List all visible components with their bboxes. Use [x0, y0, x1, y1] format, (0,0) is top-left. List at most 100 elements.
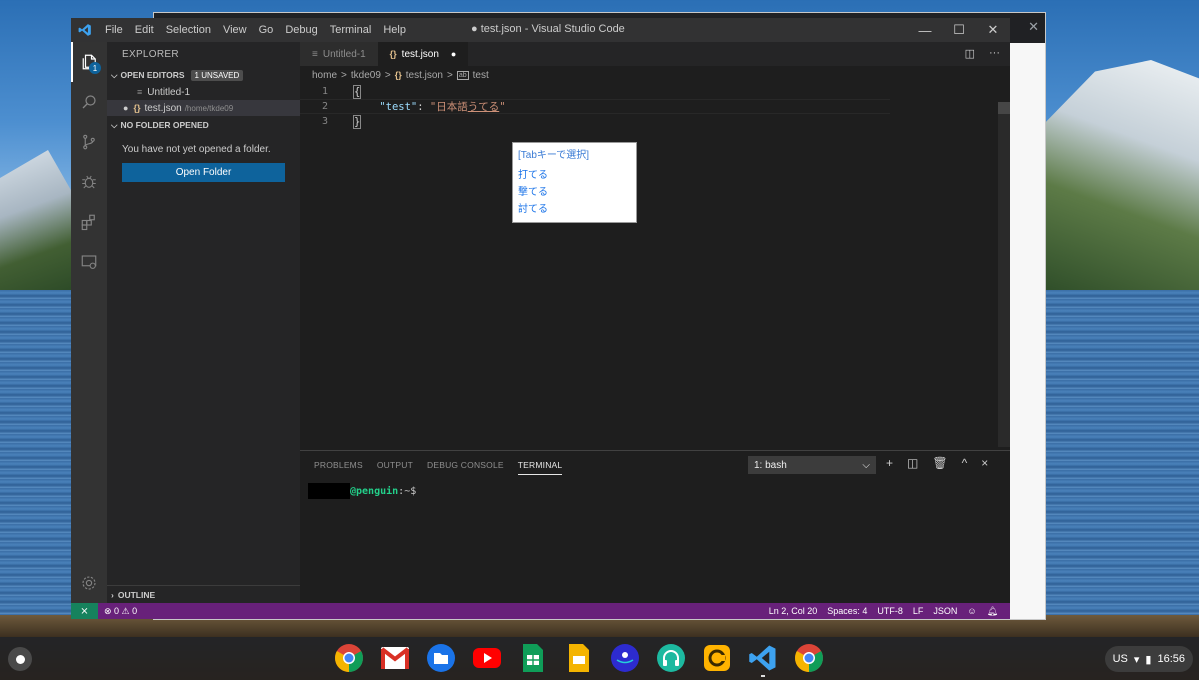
- close-panel-icon[interactable]: ×: [981, 456, 988, 470]
- tab-terminal[interactable]: TERMINAL: [517, 456, 563, 475]
- ime-candidate[interactable]: 打てる: [518, 165, 631, 182]
- extensions-activity[interactable]: [71, 202, 107, 242]
- menu-terminal[interactable]: Terminal: [324, 24, 378, 36]
- titlebar[interactable]: File Edit Selection View Go Debug Termin…: [71, 18, 1010, 42]
- outline-header[interactable]: › OUTLINE: [107, 585, 300, 603]
- menu-edit[interactable]: Edit: [129, 24, 160, 36]
- split-terminal-icon[interactable]: ◫: [907, 456, 918, 470]
- editor-tabs: ≡ Untitled-1 {} test.json ● ◫ ···: [300, 42, 1010, 66]
- maximize-icon[interactable]: ☐: [942, 18, 976, 42]
- open-editors-header[interactable]: ⌵ OPEN EDITORS 1 UNSAVED: [107, 66, 300, 84]
- chevron-down-icon: ⌵: [862, 459, 870, 471]
- source-control-activity[interactable]: [71, 122, 107, 162]
- editor-scrollbar[interactable]: [998, 102, 1010, 447]
- battery-icon: ▮: [1145, 653, 1152, 666]
- tab-test-json[interactable]: {} test.json ●: [377, 42, 469, 66]
- maximize-panel-icon[interactable]: ^: [962, 456, 968, 470]
- code-line-3[interactable]: 3 }: [300, 114, 1000, 129]
- activity-bar: 1: [71, 42, 107, 603]
- no-folder-label: NO FOLDER OPENED: [120, 120, 209, 130]
- menu-file[interactable]: File: [99, 24, 129, 36]
- code-line-1[interactable]: 1 {: [300, 84, 1000, 99]
- bell-icon[interactable]: 🔔︎: [987, 606, 998, 617]
- json-file-icon: {}: [389, 49, 397, 59]
- eol-status[interactable]: LF: [913, 606, 924, 616]
- line-text: }: [336, 114, 362, 129]
- chrome-app[interactable]: [332, 641, 366, 675]
- open-folder-button[interactable]: Open Folder: [122, 163, 285, 182]
- slides-icon: [569, 644, 589, 672]
- chrome-app-2[interactable]: [792, 641, 826, 675]
- audio-app[interactable]: [654, 641, 688, 675]
- no-folder-header[interactable]: ⌵ NO FOLDER OPENED: [107, 116, 300, 134]
- headphones-icon: [657, 644, 685, 672]
- menu-help[interactable]: Help: [377, 24, 412, 36]
- string-symbol-icon: ab: [456, 70, 469, 80]
- trash-icon[interactable]: 🗑: [932, 456, 947, 470]
- line-text: "test": "日本語うてる": [336, 99, 505, 114]
- terminal-prompt[interactable]: @penguin :~$: [300, 483, 1010, 499]
- tab-problems[interactable]: PROBLEMS: [314, 456, 363, 474]
- code-editor[interactable]: 1 { 2 "test": "日本語うてる" 3 }: [300, 84, 1000, 129]
- slides-app[interactable]: [562, 641, 596, 675]
- code-line-2[interactable]: 2 "test": "日本語うてる": [300, 99, 890, 114]
- menu-debug[interactable]: Debug: [279, 24, 323, 36]
- music-icon: [611, 644, 639, 672]
- problems-status[interactable]: ⊗ 0 ⚠ 0: [104, 606, 137, 617]
- gmail-app[interactable]: [378, 641, 412, 675]
- tab-debug-console[interactable]: DEBUG CONSOLE: [427, 456, 504, 474]
- ime-candidate[interactable]: 撃てる: [518, 182, 631, 199]
- c-app[interactable]: [700, 641, 734, 675]
- amazon-music-app[interactable]: [608, 641, 642, 675]
- prompt-host: @penguin: [350, 485, 399, 497]
- breadcrumb-home[interactable]: home: [312, 70, 337, 81]
- breadcrumb-file[interactable]: test.json: [406, 70, 443, 81]
- c-logo-icon: [704, 645, 730, 671]
- open-editor-item-untitled[interactable]: ≡ Untitled-1: [107, 84, 300, 100]
- tab-output[interactable]: OUTPUT: [377, 456, 413, 474]
- menu-view[interactable]: View: [217, 24, 253, 36]
- manage-activity[interactable]: [71, 569, 107, 597]
- chevron-down-icon: ⌵: [111, 69, 118, 80]
- debug-activity[interactable]: [71, 162, 107, 202]
- minimize-icon[interactable]: —: [908, 18, 942, 42]
- new-terminal-icon[interactable]: +: [886, 456, 893, 470]
- remote-explorer-activity[interactable]: [71, 242, 107, 282]
- tab-dirty-indicator[interactable]: ●: [451, 49, 456, 59]
- input-locale: US: [1112, 653, 1128, 665]
- status-tray[interactable]: US ▾ ▮ 16:56: [1104, 646, 1193, 672]
- files-app[interactable]: [424, 641, 458, 675]
- chrome-icon: [795, 644, 823, 672]
- ime-candidate[interactable]: 討てる: [518, 199, 631, 216]
- remote-icon[interactable]: ⨯: [71, 603, 98, 619]
- menu-go[interactable]: Go: [253, 24, 280, 36]
- breadcrumb-key[interactable]: test: [473, 70, 489, 81]
- chrome-icon: [335, 644, 363, 672]
- language-status[interactable]: JSON: [933, 606, 957, 616]
- more-actions-icon[interactable]: ···: [989, 47, 1000, 60]
- youtube-app[interactable]: [470, 641, 504, 675]
- vscode-app[interactable]: [746, 641, 780, 677]
- close-icon[interactable]: ✕: [1028, 19, 1039, 35]
- ime-header: [Tabキーで選択]: [518, 150, 590, 161]
- terminal-select[interactable]: 1: bash ⌵: [748, 456, 876, 474]
- sheets-app[interactable]: [516, 641, 550, 675]
- sheets-icon: [523, 644, 543, 672]
- scrollbar-thumb[interactable]: [998, 102, 1010, 114]
- split-editor-icon[interactable]: ◫: [965, 47, 975, 60]
- menu-selection[interactable]: Selection: [160, 24, 217, 36]
- vscode-icon: [749, 645, 776, 671]
- close-icon[interactable]: ✕: [976, 18, 1010, 42]
- launcher-button[interactable]: [8, 647, 32, 671]
- breadcrumb-user[interactable]: tkde09: [351, 70, 381, 81]
- search-activity[interactable]: [71, 82, 107, 122]
- encoding-status[interactable]: UTF-8: [877, 606, 903, 616]
- open-editor-item-test-json[interactable]: ● {} test.json /home/tkde09: [107, 100, 300, 116]
- feedback-icon[interactable]: ☺: [967, 606, 976, 616]
- explorer-badge: 1: [89, 62, 101, 74]
- tab-untitled-1[interactable]: ≡ Untitled-1: [300, 42, 378, 66]
- extensions-icon: [81, 214, 95, 231]
- explorer-activity[interactable]: 1: [71, 42, 107, 82]
- cursor-position-status[interactable]: Ln 2, Col 20: [769, 606, 818, 616]
- indentation-status[interactable]: Spaces: 4: [827, 606, 867, 616]
